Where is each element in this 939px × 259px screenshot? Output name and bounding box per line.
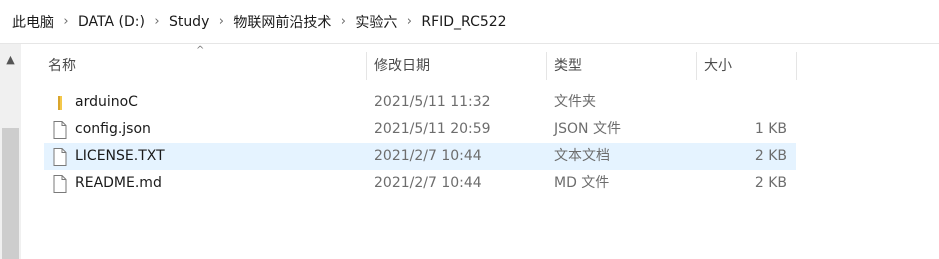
file-type: MD 文件 xyxy=(554,175,610,191)
file-type: 文件夹 xyxy=(554,94,596,110)
breadcrumb-study[interactable]: Study xyxy=(165,14,213,30)
breadcrumb-iot[interactable]: 物联网前沿技术 xyxy=(229,12,335,32)
column-header-modified[interactable]: 修改日期 xyxy=(367,52,547,80)
file-size: 2 KB xyxy=(754,148,787,164)
file-row[interactable]: config.json 2021/5/11 20:59 JSON 文件 1 KB xyxy=(44,116,796,143)
file-row[interactable]: README.md 2021/2/7 10:44 MD 文件 2 KB xyxy=(44,170,796,197)
file-modified: 2021/5/11 11:32 xyxy=(374,94,491,110)
chevron-right-icon[interactable]: › xyxy=(58,14,74,29)
file-icon xyxy=(53,175,67,193)
chevron-right-icon[interactable]: › xyxy=(335,14,351,29)
file-modified: 2021/2/7 10:44 xyxy=(374,175,482,191)
file-row[interactable]: LICENSE.TXT 2021/2/7 10:44 文本文档 2 KB xyxy=(44,143,796,170)
file-type: 文本文档 xyxy=(554,148,610,164)
file-name: LICENSE.TXT xyxy=(75,148,165,164)
column-header-type[interactable]: 类型 xyxy=(547,52,697,80)
file-row[interactable]: arduinoC 2021/5/11 11:32 文件夹 xyxy=(44,89,796,116)
breadcrumb: 此电脑 › DATA (D:) › Study › 物联网前沿技术 › 实验六 … xyxy=(0,0,939,44)
file-name: config.json xyxy=(75,121,151,137)
file-size: 2 KB xyxy=(754,175,787,191)
chevron-right-icon[interactable]: › xyxy=(213,14,229,29)
chevron-right-icon[interactable]: › xyxy=(401,14,417,29)
chevron-right-icon[interactable]: › xyxy=(149,14,165,29)
file-name: README.md xyxy=(75,175,162,191)
file-modified: 2021/2/7 10:44 xyxy=(374,148,482,164)
file-name: arduinoC xyxy=(75,94,138,110)
file-icon xyxy=(53,148,67,166)
column-header-size[interactable]: 大小 xyxy=(697,52,797,80)
breadcrumb-current-folder[interactable]: RFID_RC522 xyxy=(417,14,510,30)
breadcrumb-drive[interactable]: DATA (D:) xyxy=(74,14,149,30)
breadcrumb-experiment[interactable]: 实验六 xyxy=(351,12,401,32)
breadcrumb-this-pc[interactable]: 此电脑 xyxy=(8,12,58,32)
column-header-row: 名称 修改日期 类型 大小 xyxy=(0,52,939,80)
column-header-name[interactable]: 名称 xyxy=(41,52,367,80)
file-size: 1 KB xyxy=(754,121,787,137)
file-size xyxy=(704,89,787,116)
file-modified: 2021/5/11 20:59 xyxy=(374,121,491,137)
file-icon xyxy=(53,121,67,139)
file-type: JSON 文件 xyxy=(554,121,621,137)
scrollbar-thumb[interactable] xyxy=(2,128,19,259)
folder-icon xyxy=(58,96,62,110)
